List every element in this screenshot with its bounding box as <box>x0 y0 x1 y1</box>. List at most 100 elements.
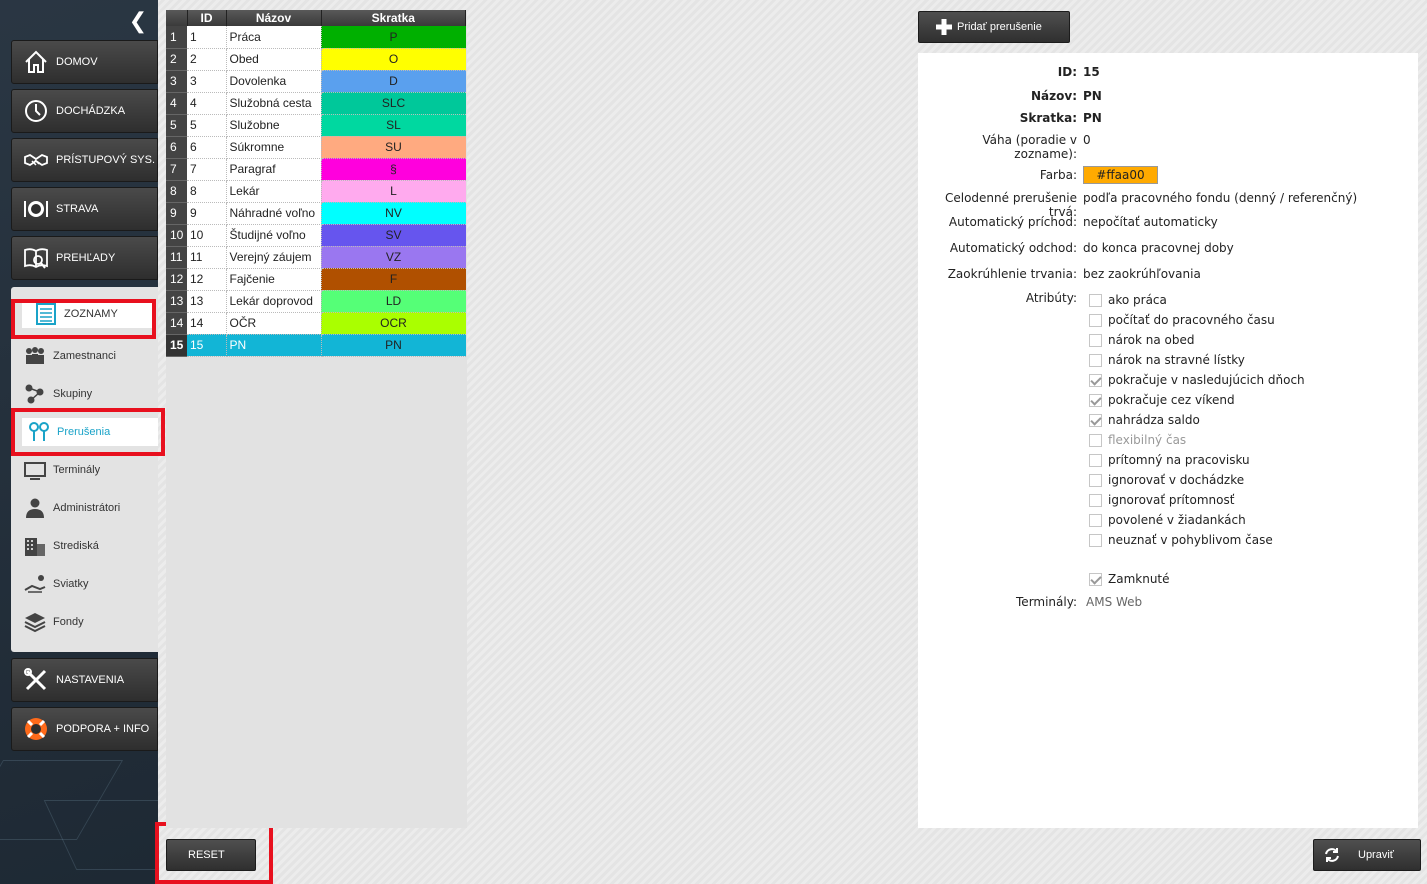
attribute-checkbox-row[interactable]: neuznať v pohyblivom čase <box>1089 531 1273 549</box>
cell-id: 3 <box>187 70 227 93</box>
nav-domov[interactable]: DOMOV <box>11 40 158 84</box>
cell-abbr: F <box>321 268 466 291</box>
weight-value: 0 <box>1083 133 1091 147</box>
row-number: 8 <box>166 180 187 203</box>
collapse-sidebar-icon[interactable]: ❮ <box>128 11 148 33</box>
attribute-checkbox[interactable] <box>1089 393 1102 407</box>
cell-abbr: PN <box>321 334 466 357</box>
nav-pristupovy-sys[interactable]: PRÍSTUPOVÝ SYS. <box>11 138 158 182</box>
sub-item-administratori[interactable]: Administrátori <box>11 494 158 522</box>
attribute-label: ignorovať prítomnosť <box>1108 493 1235 507</box>
attribute-checkbox-row[interactable]: prítomný na pracovisku <box>1089 451 1250 469</box>
sub-item-prerusenia[interactable]: Prerušenia <box>22 418 158 446</box>
cell-abbr: SLC <box>321 92 466 115</box>
nav-dochadzka[interactable]: DOCHÁDZKA <box>11 89 158 133</box>
attribute-label: nárok na stravné lístky <box>1108 353 1245 367</box>
abbr-value: PN <box>1083 111 1102 125</box>
attribute-checkbox[interactable] <box>1089 513 1102 527</box>
sub-item-zamestnanci[interactable]: Zamestnanci <box>11 342 158 370</box>
nav-strava[interactable]: STRAVA <box>11 187 158 231</box>
table-row[interactable]: 9 9 Náhradné voľno NV <box>166 202 466 225</box>
table-row[interactable]: 7 7 Paragraf § <box>166 158 466 181</box>
row-number: 1 <box>166 26 187 49</box>
table-row[interactable]: 5 5 Služobne SL <box>166 114 466 137</box>
attribute-checkbox-row[interactable]: nárok na obed <box>1089 331 1194 349</box>
detail-panel: ID: 15 Názov: PN Skratka: PN Váha (porad… <box>918 53 1418 828</box>
attribute-label: počítať do pracovného času <box>1108 313 1275 327</box>
attribute-label: prítomný na pracovisku <box>1108 453 1250 467</box>
terminals-label: Terminály: <box>1016 595 1077 609</box>
attribute-checkbox[interactable] <box>1089 293 1102 307</box>
attribute-checkbox-row[interactable]: povolené v žiadankách <box>1089 511 1246 529</box>
sub-item-terminaly[interactable]: Terminály <box>11 456 158 484</box>
cell-name: Služobná cesta <box>226 92 322 115</box>
sidebar: ❮ DOMOV DOCHÁDZKA PRÍSTUPOVÝ SYS. STRAVA… <box>0 0 158 884</box>
cell-name: Služobne <box>226 114 322 137</box>
cell-abbr: P <box>321 26 466 49</box>
cell-id: 7 <box>187 158 227 181</box>
table-row[interactable]: 14 14 OČR OCR <box>166 312 466 335</box>
section-zoznamy[interactable]: ZOZNAMY <box>22 300 155 328</box>
attribute-checkbox-row[interactable]: ako práca <box>1089 291 1167 309</box>
cell-id: 11 <box>187 246 227 269</box>
table-row[interactable]: 4 4 Služobná cesta SLC <box>166 92 466 115</box>
column-header-nazov[interactable]: Názov <box>226 10 322 26</box>
attribute-checkbox-row[interactable]: nahrádza saldo <box>1089 411 1200 429</box>
building-icon <box>23 534 47 558</box>
attribute-checkbox-row: flexibilný čas <box>1089 431 1186 449</box>
locked-checkbox[interactable] <box>1089 572 1102 586</box>
lifebuoy-icon <box>22 715 50 743</box>
attribute-checkbox[interactable] <box>1089 473 1102 487</box>
table-row[interactable]: 15 15 PN PN <box>166 334 466 357</box>
nav-prehlady[interactable]: PREHĽADY <box>11 236 158 280</box>
table-row[interactable]: 13 13 Lekár doprovod LD <box>166 290 466 313</box>
edit-button[interactable]: Upraviť <box>1313 839 1421 871</box>
attribute-checkbox[interactable] <box>1089 493 1102 507</box>
column-header-id[interactable]: ID <box>187 10 227 26</box>
cell-name: Obed <box>226 48 322 71</box>
sub-item-skupiny[interactable]: Skupiny <box>11 380 158 408</box>
row-number: 4 <box>166 92 187 115</box>
attribute-checkbox-row[interactable]: počítať do pracovného času <box>1089 311 1275 329</box>
home-icon <box>22 48 50 76</box>
sub-item-strediska[interactable]: Strediská <box>11 532 158 560</box>
nav-podpora-info[interactable]: PODPORA + INFO <box>11 707 158 751</box>
locked-checkbox-row[interactable]: Zamknuté <box>1089 570 1170 588</box>
attribute-checkbox[interactable] <box>1089 453 1102 467</box>
name-label: Názov: <box>1031 89 1077 103</box>
attribute-checkbox[interactable] <box>1089 373 1102 387</box>
attribute-checkbox[interactable] <box>1089 353 1102 367</box>
sub-item-label: Terminály <box>53 464 101 476</box>
table-row[interactable]: 3 3 Dovolenka D <box>166 70 466 93</box>
attribute-checkbox-row[interactable]: ignorovať prítomnosť <box>1089 491 1234 509</box>
attribute-label: neuznať v pohyblivom čase <box>1108 533 1273 547</box>
reset-button[interactable]: RESET <box>166 839 256 871</box>
table-row[interactable]: 6 6 Súkromne SU <box>166 136 466 159</box>
cell-id: 10 <box>187 224 227 247</box>
cell-abbr: SV <box>321 224 466 247</box>
table-row[interactable]: 8 8 Lekár L <box>166 180 466 203</box>
table-row[interactable]: 12 12 Fajčenie F <box>166 268 466 291</box>
table-row[interactable]: 11 11 Verejný záujem VZ <box>166 246 466 269</box>
attribute-checkbox[interactable] <box>1089 413 1102 427</box>
nav-label: PRÍSTUPOVÝ SYS. <box>56 154 156 166</box>
table-row[interactable]: 10 10 Študijné voľno SV <box>166 224 466 247</box>
add-interruption-button[interactable]: Pridať prerušenie <box>918 11 1070 43</box>
table-row[interactable]: 2 2 Obed O <box>166 48 466 71</box>
sub-item-sviatky[interactable]: Sviatky <box>11 570 158 598</box>
attribute-checkbox-row[interactable]: ignorovať v dochádzke <box>1089 471 1244 489</box>
attribute-checkbox-row[interactable]: nárok na stravné lístky <box>1089 351 1245 369</box>
attribute-checkbox-row[interactable]: pokračuje cez víkend <box>1089 391 1235 409</box>
list-icon <box>34 302 58 326</box>
table-row[interactable]: 1 1 Práca P <box>166 26 466 49</box>
detail-auto-out-row: Automatický odchod: do konca pracovnej d… <box>918 241 1418 259</box>
nav-label: NASTAVENIA <box>56 674 125 686</box>
attribute-checkbox[interactable] <box>1089 333 1102 347</box>
attribute-checkbox[interactable] <box>1089 313 1102 327</box>
attribute-checkbox[interactable] <box>1089 533 1102 547</box>
nav-nastavenia[interactable]: NASTAVENIA <box>11 658 158 702</box>
attribute-checkbox-row[interactable]: pokračuje v nasledujúcich dňoch <box>1089 371 1305 389</box>
rounding-value: bez zaokrúhľovania <box>1083 267 1201 281</box>
column-header-skratka[interactable]: Skratka <box>321 10 466 26</box>
sub-item-fondy[interactable]: Fondy <box>11 608 158 636</box>
